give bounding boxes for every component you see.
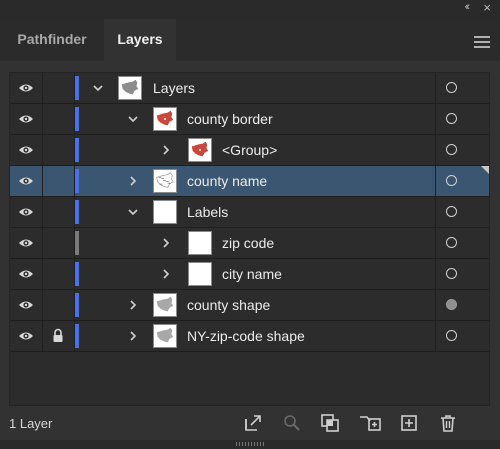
visibility-eye-icon[interactable]: [18, 331, 34, 341]
layer-row[interactable]: county shape: [10, 290, 489, 321]
chevron-down-icon[interactable]: [92, 82, 104, 94]
layer-color-indicator: [75, 200, 79, 224]
chevron-right-icon[interactable]: [127, 175, 139, 187]
tab-bar: Pathfinder Layers: [0, 19, 500, 61]
visibility-eye-icon[interactable]: [18, 238, 34, 248]
layer-row[interactable]: city name: [10, 259, 489, 290]
lock-toggle[interactable]: [43, 259, 74, 289]
collapse-panel-icon[interactable]: ‹‹: [465, 1, 471, 13]
layer-thumbnail: [188, 262, 212, 286]
lock-toggle[interactable]: [43, 228, 74, 258]
visibility-eye-icon[interactable]: [18, 176, 34, 186]
search-icon[interactable]: [282, 413, 302, 433]
visibility-eye-icon[interactable]: [18, 300, 34, 310]
layer-color-indicator: [75, 107, 79, 131]
layer-color-indicator: [75, 293, 79, 317]
chevron-right-icon[interactable]: [160, 144, 172, 156]
selection-corner-icon[interactable]: [481, 166, 489, 174]
chevron-down-icon[interactable]: [127, 206, 139, 218]
layer-name[interactable]: zip code: [222, 235, 274, 251]
layer-thumbnail: [188, 138, 212, 162]
layer-thumbnail: [188, 231, 212, 255]
layer-name[interactable]: NY-zip-code shape: [187, 328, 305, 344]
layer-name[interactable]: county border: [187, 111, 273, 127]
lock-toggle[interactable]: [43, 197, 74, 227]
layer-name[interactable]: county shape: [187, 297, 270, 313]
target-circle-icon[interactable]: [446, 299, 457, 310]
layer-thumbnail: [153, 324, 177, 348]
lock-toggle[interactable]: [43, 135, 74, 165]
resize-grip[interactable]: [0, 440, 500, 449]
layer-color-indicator: [75, 138, 79, 162]
layer-name[interactable]: county name: [187, 173, 267, 189]
layer-name[interactable]: city name: [222, 266, 282, 282]
new-layer-icon[interactable]: [399, 413, 419, 433]
chevron-right-icon[interactable]: [127, 330, 139, 342]
tab-pathfinder[interactable]: Pathfinder: [0, 19, 104, 61]
target-circle-icon[interactable]: [446, 144, 457, 155]
lock-toggle[interactable]: [43, 73, 74, 103]
lock-toggle[interactable]: [43, 104, 74, 134]
chevron-right-icon[interactable]: [160, 268, 172, 280]
trash-icon[interactable]: [438, 413, 458, 433]
layer-row[interactable]: county name: [10, 166, 489, 197]
visibility-eye-icon[interactable]: [18, 114, 34, 124]
layer-row[interactable]: Layers: [10, 73, 489, 104]
layer-color-indicator: [75, 262, 79, 286]
chevron-right-icon[interactable]: [127, 299, 139, 311]
layer-row[interactable]: county border: [10, 104, 489, 135]
chevron-right-icon[interactable]: [160, 237, 172, 249]
panel-footer: 1 Layer: [0, 406, 500, 440]
lock-toggle[interactable]: [43, 166, 74, 196]
lock-toggle[interactable]: [43, 321, 74, 351]
layer-color-indicator: [75, 169, 79, 193]
layer-name[interactable]: <Group>: [222, 142, 277, 158]
panel-menu-icon[interactable]: [474, 36, 490, 48]
layer-thumbnail: [118, 76, 142, 100]
layer-color-indicator: [75, 76, 79, 100]
close-panel-icon[interactable]: ×: [483, 0, 491, 15]
panel-titlebar: ‹‹ ×: [0, 0, 500, 19]
target-circle-icon[interactable]: [446, 82, 457, 93]
layer-thumbnail: [153, 293, 177, 317]
layer-row[interactable]: zip code: [10, 228, 489, 259]
target-circle-icon[interactable]: [446, 237, 457, 248]
tab-layers[interactable]: Layers: [104, 19, 176, 61]
mask-icon[interactable]: [320, 413, 340, 433]
lock-toggle[interactable]: [43, 290, 74, 320]
target-circle-icon[interactable]: [446, 206, 457, 217]
lock-icon: [53, 328, 63, 342]
target-circle-icon[interactable]: [446, 330, 457, 341]
layer-name[interactable]: Labels: [187, 204, 228, 220]
visibility-eye-icon[interactable]: [18, 83, 34, 93]
visibility-eye-icon[interactable]: [18, 145, 34, 155]
sublayer-icon[interactable]: [358, 413, 382, 433]
target-circle-icon[interactable]: [446, 113, 457, 124]
layers-list: Layers county border <Group> county name Lab…: [9, 72, 490, 406]
target-circle-icon[interactable]: [446, 175, 457, 186]
target-circle-icon[interactable]: [446, 268, 457, 279]
visibility-eye-icon[interactable]: [18, 269, 34, 279]
layer-thumbnail: [153, 200, 177, 224]
layer-color-indicator: [75, 324, 79, 348]
layer-row[interactable]: <Group>: [10, 135, 489, 166]
layer-thumbnail: [153, 107, 177, 131]
export-icon[interactable]: [243, 413, 263, 433]
layer-count: 1 Layer: [9, 416, 53, 431]
layer-row[interactable]: Labels: [10, 197, 489, 228]
layer-name[interactable]: Layers: [153, 80, 195, 96]
layer-row[interactable]: NY-zip-code shape: [10, 321, 489, 352]
visibility-eye-icon[interactable]: [18, 207, 34, 217]
layer-thumbnail: [153, 169, 177, 193]
layer-color-indicator: [75, 231, 79, 255]
chevron-down-icon[interactable]: [127, 113, 139, 125]
